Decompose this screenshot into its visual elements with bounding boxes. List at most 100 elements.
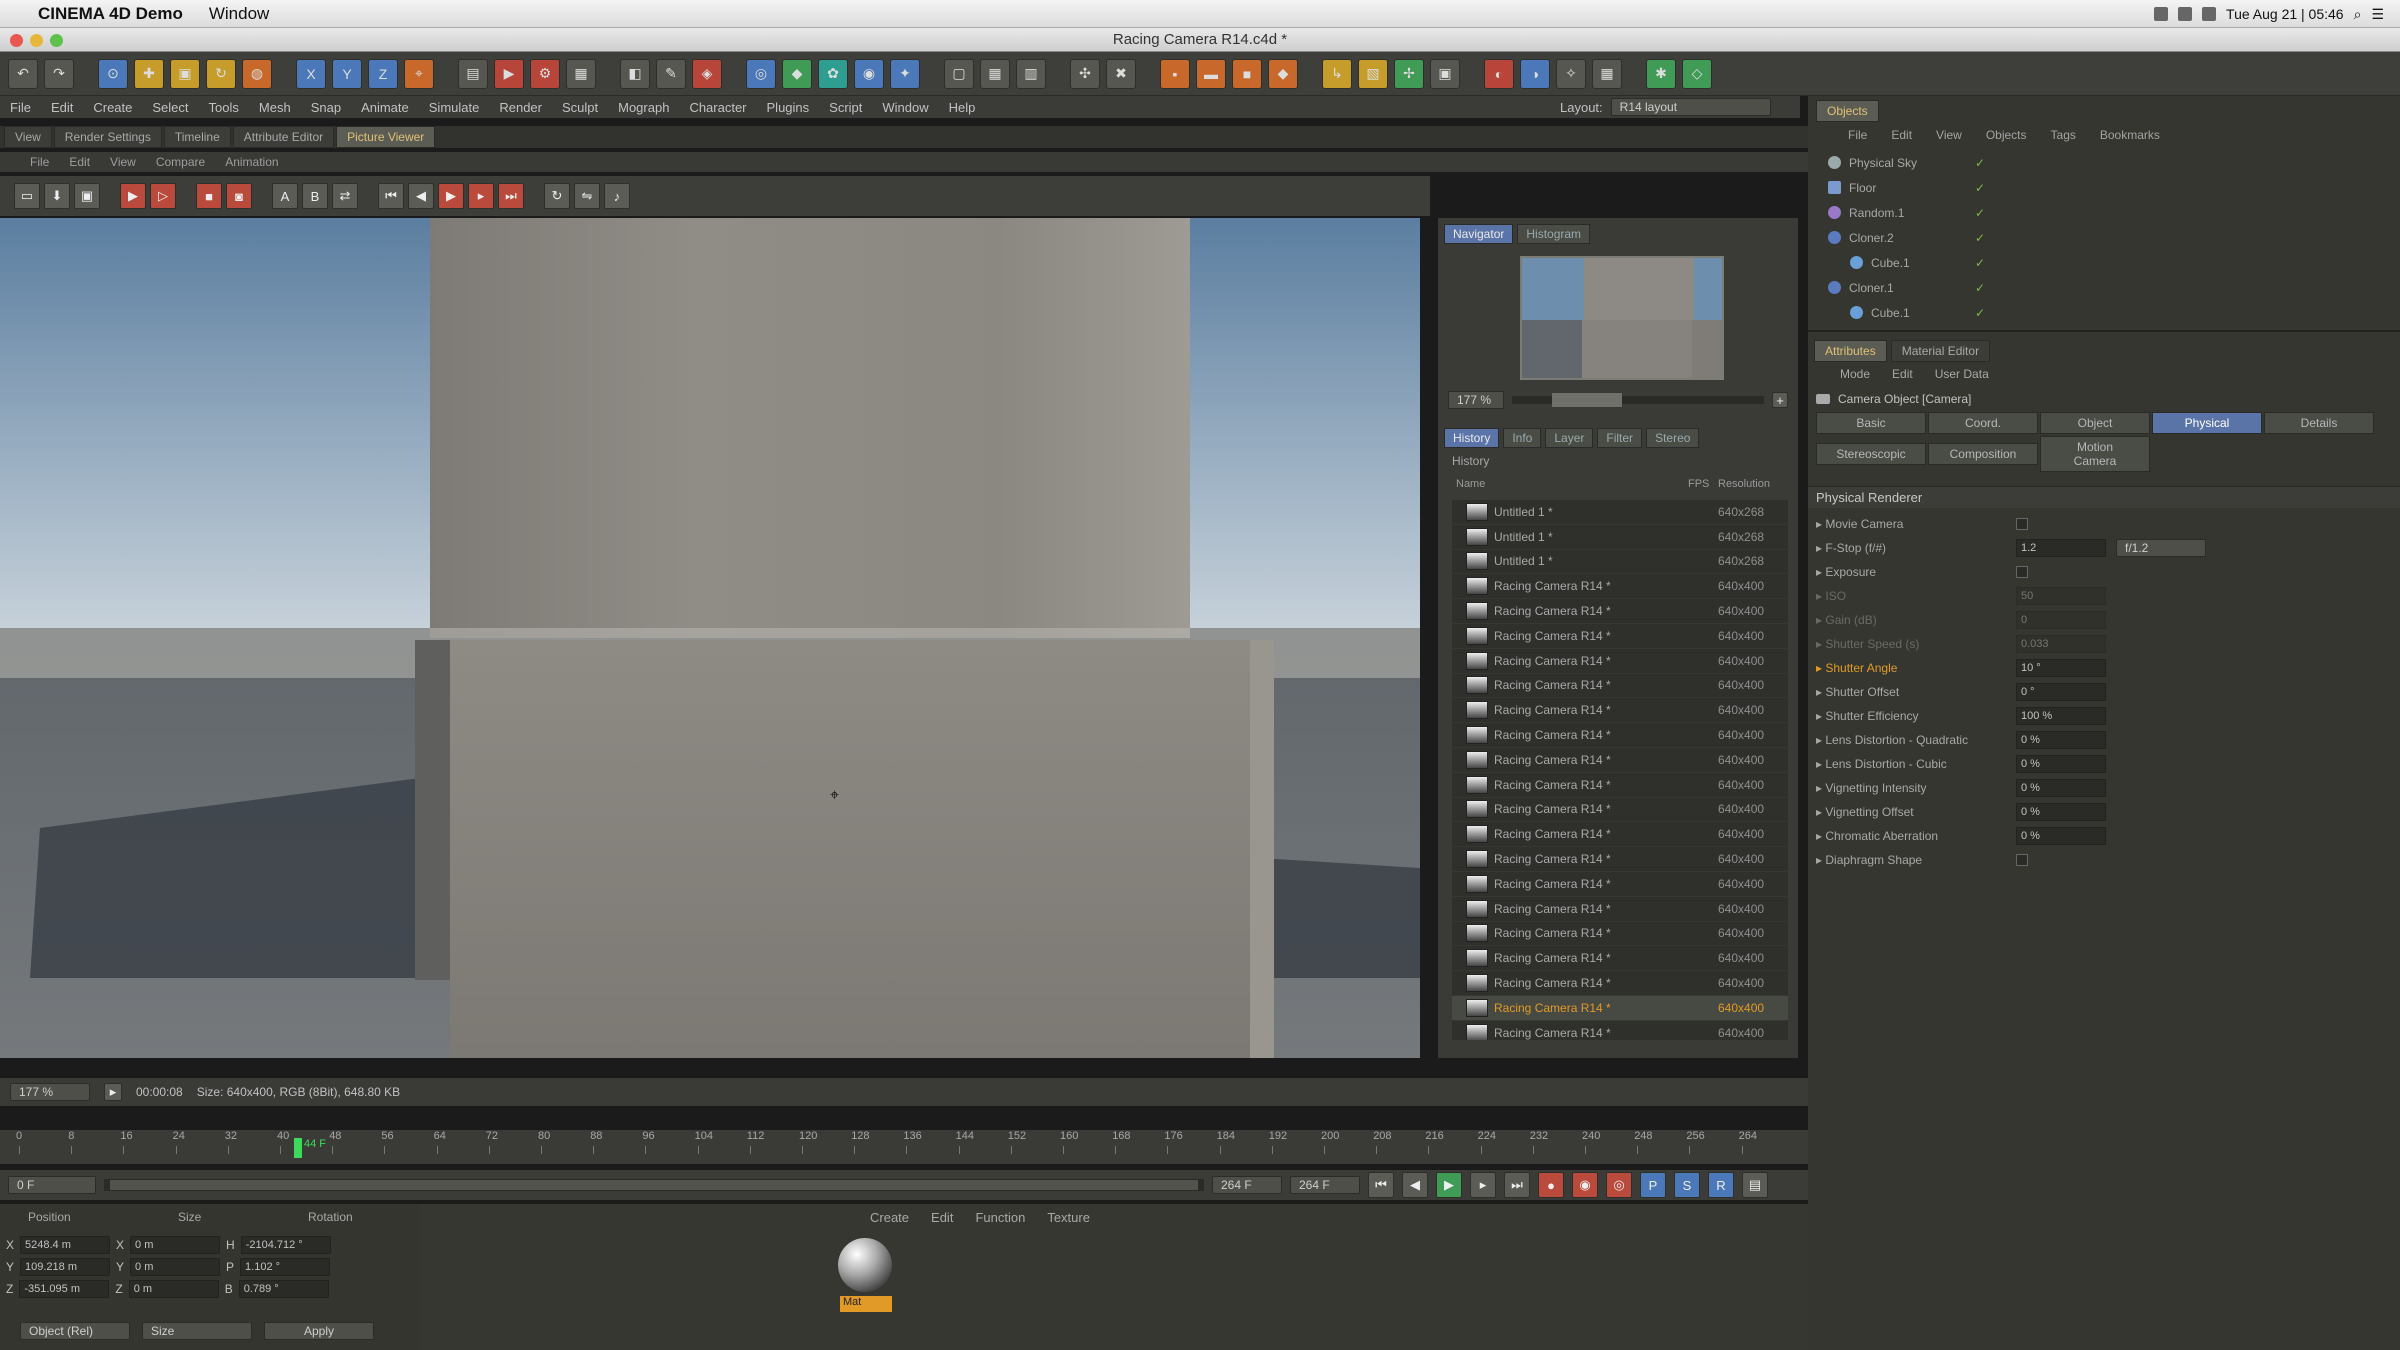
tray-icon[interactable]: [2154, 7, 2169, 21]
list-icon[interactable]: ☰: [2371, 6, 2384, 23]
tab-history[interactable]: History: [1444, 428, 1500, 448]
object-name[interactable]: Cloner.1: [1849, 281, 1969, 295]
history-item[interactable]: Racing Camera R14 * 640x400: [1452, 822, 1788, 848]
cube-icon[interactable]: ◧: [620, 58, 650, 89]
zoom-icon[interactable]: [50, 34, 63, 47]
tab-details[interactable]: Details: [2264, 412, 2374, 434]
next-key-icon[interactable]: ▸: [1470, 1172, 1496, 1198]
scale-key-icon[interactable]: S: [1674, 1172, 1700, 1198]
layout-icon[interactable]: ▥: [1016, 58, 1046, 89]
menu-mograph[interactable]: Mograph: [618, 100, 669, 115]
play-icon[interactable]: ▶: [438, 183, 464, 209]
mat-menu-function[interactable]: Function: [975, 1210, 1025, 1225]
save-icon[interactable]: ⬇: [44, 183, 70, 209]
param-field[interactable]: 0.033: [2016, 635, 2106, 653]
mograph-icon[interactable]: ✱: [1646, 58, 1676, 89]
object-row[interactable]: Cube.1 ✓: [1828, 250, 2388, 275]
tab-layer[interactable]: Layer: [1545, 428, 1594, 448]
col-fps[interactable]: FPS: [1688, 478, 1718, 490]
sculpt-icon[interactable]: ✧: [1556, 58, 1586, 89]
check-icon[interactable]: ✓: [1975, 181, 1985, 195]
close-icon[interactable]: [10, 34, 23, 47]
param-checkbox[interactable]: [2016, 518, 2028, 530]
size-z-field[interactable]: 0 m: [128, 1280, 219, 1298]
bodypaint-icon[interactable]: ◑: [1520, 58, 1550, 89]
position-y-field[interactable]: 109.218 m: [20, 1258, 111, 1276]
check-icon[interactable]: ✓: [1975, 306, 1985, 320]
scale-icon[interactable]: ▣: [170, 58, 200, 89]
autokey-icon[interactable]: ◉: [1572, 1172, 1598, 1198]
history-item[interactable]: Racing Camera R14 * 640x400: [1452, 971, 1788, 996]
menu-select[interactable]: Select: [152, 100, 188, 115]
mat-menu-edit[interactable]: Edit: [931, 1210, 953, 1225]
snap-icon[interactable]: ✣: [1070, 58, 1100, 89]
menu-sculpt[interactable]: Sculpt: [562, 100, 598, 115]
tab-view[interactable]: View: [4, 126, 52, 148]
object-name[interactable]: Physical Sky: [1849, 156, 1969, 170]
check-icon[interactable]: ✓: [1975, 231, 1985, 245]
dynamics-icon[interactable]: ◇: [1682, 58, 1712, 89]
coord-system-icon[interactable]: ⌖: [404, 58, 434, 89]
material-preview[interactable]: [838, 1238, 892, 1292]
edit-render-icon[interactable]: ▦: [566, 58, 596, 89]
render-to-pv-icon[interactable]: ▶: [494, 58, 524, 89]
menu-window[interactable]: Window: [882, 100, 928, 115]
history-item[interactable]: Racing Camera R14 * 640x400: [1452, 748, 1788, 773]
tray-icon[interactable]: [2202, 7, 2217, 21]
goto-end-icon[interactable]: ⏭: [1504, 1172, 1530, 1198]
tray-icon[interactable]: [2178, 7, 2193, 21]
history-item[interactable]: Untitled 1 * 640x268: [1452, 500, 1788, 525]
render-settings-icon[interactable]: ⚙: [530, 58, 560, 89]
param-field[interactable]: 0 %: [2016, 731, 2106, 749]
tab-basic[interactable]: Basic: [1816, 412, 1926, 434]
tab-picture-viewer[interactable]: Picture Viewer: [336, 126, 436, 148]
first-frame-icon[interactable]: ⏮: [378, 183, 404, 209]
pv-menu-compare[interactable]: Compare: [156, 155, 205, 169]
loop-icon[interactable]: ↻: [544, 183, 570, 209]
camera-icon[interactable]: ◉: [854, 58, 884, 89]
param-field[interactable]: 1.2: [2016, 539, 2106, 557]
param-checkbox[interactable]: [2016, 854, 2028, 866]
history-item[interactable]: Racing Camera R14 * 640x400: [1452, 995, 1788, 1021]
coord-mode-dropdown[interactable]: Object (Rel): [20, 1322, 130, 1340]
playhead[interactable]: [294, 1138, 302, 1158]
ping-pong-icon[interactable]: ⇋: [574, 183, 600, 209]
obj-menu-bookmarks[interactable]: Bookmarks: [2100, 128, 2160, 142]
param-field[interactable]: 10 °: [2016, 659, 2106, 677]
param-field[interactable]: 50: [2016, 587, 2106, 605]
tab-timeline[interactable]: Timeline: [163, 126, 231, 148]
position-key-icon[interactable]: P: [1640, 1172, 1666, 1198]
history-item[interactable]: Racing Camera R14 * 640x400: [1452, 574, 1788, 600]
menu-character[interactable]: Character: [689, 100, 746, 115]
timeline-menu-icon[interactable]: ▤: [1742, 1172, 1768, 1198]
mat-menu-texture[interactable]: Texture: [1047, 1210, 1090, 1225]
paint-icon[interactable]: ◐: [1484, 58, 1514, 89]
zoom-value[interactable]: 177 %: [1448, 391, 1504, 409]
param-field[interactable]: 0: [2016, 611, 2106, 629]
object-name[interactable]: Cube.1: [1871, 256, 1969, 270]
object-row[interactable]: Cube.1 ✓: [1828, 300, 2388, 325]
zoom-reset-icon[interactable]: +: [1772, 392, 1788, 408]
param-field[interactable]: 0 %: [2016, 827, 2106, 845]
tab-objects[interactable]: Objects: [1816, 100, 1879, 122]
viewport-solo-icon[interactable]: ▣: [1430, 58, 1460, 89]
history-item[interactable]: Untitled 1 * 640x268: [1452, 525, 1788, 550]
menu-mesh[interactable]: Mesh: [259, 100, 291, 115]
obj-menu-tags[interactable]: Tags: [2051, 128, 2076, 142]
history-item[interactable]: Racing Camera R14 * 640x400: [1452, 698, 1788, 724]
range-handle[interactable]: [110, 1180, 1198, 1190]
object-name[interactable]: Random.1: [1849, 206, 1969, 220]
stop-render-icon[interactable]: ■: [196, 183, 222, 209]
history-item[interactable]: Racing Camera R14 * 640x400: [1452, 773, 1788, 798]
tab-filter[interactable]: Filter: [1597, 428, 1643, 448]
tab-attribute-editor[interactable]: Attribute Editor: [232, 126, 335, 148]
render-icon[interactable]: ▶: [120, 183, 146, 209]
compare-b-icon[interactable]: B: [302, 183, 328, 209]
pv-menu-edit[interactable]: Edit: [69, 155, 90, 169]
col-name[interactable]: Name: [1452, 478, 1688, 490]
check-icon[interactable]: ✓: [1975, 206, 1985, 220]
rotate-icon[interactable]: ↻: [206, 58, 236, 89]
end-frame-field[interactable]: 264 F: [1212, 1176, 1282, 1194]
live-selection-icon[interactable]: ⊙: [98, 58, 128, 89]
rotation-key-icon[interactable]: R: [1708, 1172, 1734, 1198]
